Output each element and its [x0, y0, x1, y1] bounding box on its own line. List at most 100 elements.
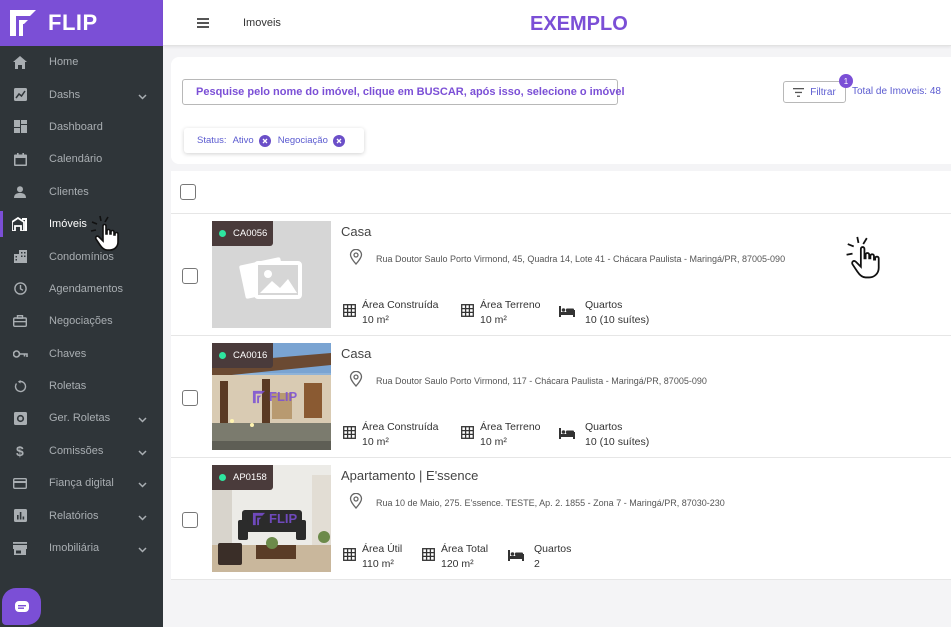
sidebar-item-label: Fiança digital [49, 477, 114, 490]
sidebar-item-imoveis[interactable]: Imóveis [0, 208, 163, 240]
pointer-hand-icon [90, 215, 119, 251]
property-feature: Área Terreno 10 m² [461, 298, 541, 328]
property-feature: Quartos 10 (10 suítes) [559, 298, 649, 328]
feature-value: 10 m² [362, 436, 389, 448]
feature-label: Área Terreno [480, 421, 541, 433]
card-icon [11, 474, 29, 492]
area-grid-icon [422, 548, 435, 566]
house-icon [11, 215, 29, 233]
property-feature: Quartos 2 [508, 542, 571, 572]
feature-value: 10 m² [480, 436, 507, 448]
sidebar-item-dashboard[interactable]: Dashboard [0, 111, 163, 143]
remove-chip-icon[interactable] [332, 134, 345, 147]
search-panel: Pesquise pelo nome do imóvel, clique em … [171, 57, 951, 164]
sidebar-item-label: Calendário [49, 153, 103, 166]
chevron-down-icon[interactable] [138, 91, 147, 103]
sidebar-item-clientes[interactable]: Clientes [0, 176, 163, 208]
person-icon [11, 183, 29, 201]
sidebar-item-comissoes[interactable]: $ Comissões [0, 435, 163, 467]
flip-watermark: FLIP [252, 511, 297, 526]
sidebar: FLIP Home Dashs Dashboard Calendário Cliente… [0, 0, 163, 627]
property-code-badge: CA0056 [212, 221, 274, 246]
chevron-down-icon[interactable] [138, 447, 147, 459]
feature-label: Quartos [585, 421, 623, 433]
feature-value: 120 m² [441, 558, 474, 570]
sidebar-item-relatorios[interactable]: Relatórios [0, 499, 163, 531]
property-code: AP0158 [233, 472, 267, 483]
rotate-icon [11, 377, 29, 395]
sidebar-item-negociacoes[interactable]: Negociações [0, 305, 163, 337]
property-thumbnail[interactable]: FLIP AP0158 [212, 465, 331, 572]
active-filters: Status: Ativo Negociação [184, 128, 364, 153]
feature-label: Quartos [534, 543, 572, 555]
chat-button[interactable] [2, 588, 41, 625]
sidebar-item-chaves[interactable]: Chaves [0, 338, 163, 370]
area-grid-icon [343, 426, 356, 444]
property-feature: Área Construída 10 m² [343, 420, 438, 450]
chip-label: Negociação [277, 135, 328, 146]
sidebar-item-calendario[interactable]: Calendário [0, 143, 163, 175]
property-thumbnail[interactable]: CA0056 [212, 221, 331, 328]
sidebar-item-roletas[interactable]: Roletas [0, 370, 163, 402]
remove-chip-icon[interactable] [258, 134, 271, 147]
area-grid-icon [343, 304, 356, 322]
building-icon [11, 248, 29, 266]
bed-icon [559, 304, 575, 322]
select-all-checkbox[interactable] [180, 184, 196, 200]
location-pin-icon [349, 249, 363, 265]
chevron-down-icon[interactable] [138, 512, 147, 524]
property-code-badge: AP0158 [212, 465, 273, 490]
sidebar-nav: Home Dashs Dashboard Calendário Clientes Imóv… [0, 46, 163, 564]
key-icon [11, 345, 29, 363]
report-icon [11, 507, 29, 525]
sidebar-item-dashs[interactable]: Dashs [0, 78, 163, 110]
home-icon [11, 53, 29, 71]
area-grid-icon [343, 548, 356, 566]
filter-button[interactable]: Filtrar [783, 81, 846, 103]
area-grid-icon [461, 426, 474, 444]
property-title[interactable]: Casa [341, 224, 371, 239]
total-count: Total de Imoveis: 48 [852, 86, 941, 97]
feature-value: 10 m² [480, 314, 507, 326]
sidebar-item-imobiliaria[interactable]: Imobiliária [0, 532, 163, 564]
menu-icon[interactable] [197, 18, 209, 28]
feature-value: 10 (10 suítes) [585, 314, 650, 326]
status-dot [219, 352, 226, 359]
sidebar-item-home[interactable]: Home [0, 46, 163, 78]
logo-bar: FLIP [0, 0, 163, 46]
filter-icon [793, 87, 805, 97]
search-input[interactable]: Pesquise pelo nome do imóvel, clique em … [182, 79, 625, 105]
sidebar-item-agendamentos[interactable]: Agendamentos [0, 273, 163, 305]
example-banner: EXEMPLO [530, 13, 628, 35]
property-row[interactable]: CA0056 Casa Rua Doutor Saulo Porto Virmo… [171, 214, 951, 336]
feature-label: Área Útil [362, 543, 403, 555]
property-feature: Área Total 120 m² [422, 542, 488, 572]
sidebar-item-label: Home [49, 56, 79, 69]
chevron-down-icon[interactable] [138, 414, 147, 426]
property-title[interactable]: Apartamento | E'ssence [341, 468, 478, 483]
chevron-down-icon[interactable] [138, 479, 147, 491]
row-checkbox[interactable] [182, 268, 198, 284]
flip-watermark: FLIP [252, 389, 297, 404]
sidebar-item-ger-roletas[interactable]: Ger. Roletas [0, 402, 163, 434]
sidebar-item-label: Imóveis [49, 218, 87, 231]
property-row[interactable]: FLIP CA0016 Casa Rua Doutor Saulo Porto … [171, 336, 951, 458]
filter-label: Filtrar [810, 86, 836, 98]
feature-value: 10 m² [362, 314, 389, 326]
flip-logo-icon [8, 8, 38, 38]
property-code: CA0016 [233, 350, 268, 361]
sidebar-item-condominios[interactable]: Condomínios [0, 240, 163, 272]
property-thumbnail[interactable]: FLIP CA0016 [212, 343, 331, 450]
bed-icon [559, 426, 575, 444]
row-checkbox[interactable] [182, 512, 198, 528]
chevron-down-icon[interactable] [138, 544, 147, 556]
sidebar-item-label: Condomínios [49, 250, 114, 263]
property-row[interactable]: FLIP AP0158 Apartamento | E'ssence Rua 1… [171, 458, 951, 580]
feature-label: Área Total [441, 543, 489, 555]
sidebar-item-label: Ger. Roletas [49, 412, 111, 425]
sidebar-item-label: Comissões [49, 444, 104, 457]
feature-value: 2 [534, 558, 540, 570]
property-title[interactable]: Casa [341, 346, 371, 361]
sidebar-item-fianca-digital[interactable]: Fiança digital [0, 467, 163, 499]
row-checkbox[interactable] [182, 390, 198, 406]
